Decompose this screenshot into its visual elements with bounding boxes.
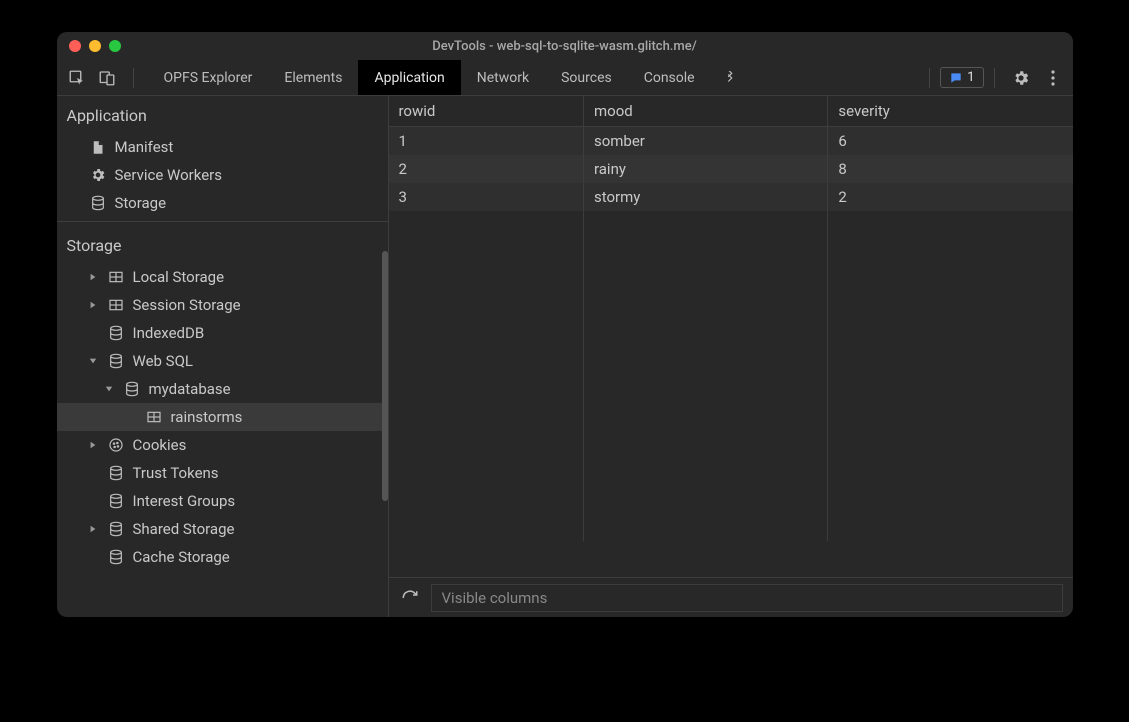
sidebar-item-cookies[interactable]: Cookies [57,431,388,459]
database-icon [107,520,125,538]
sidebar-item-trust-tokens[interactable]: Trust Tokens [57,459,388,487]
table-icon [145,408,163,426]
gear-icon [89,166,107,184]
window-title: DevTools - web-sql-to-sqlite-wasm.glitch… [57,39,1073,54]
sidebar-item-indexeddb[interactable]: IndexedDB [57,319,388,347]
more-options-button[interactable] [1041,62,1065,94]
sidebar-item-session-storage[interactable]: Session Storage [57,291,388,319]
column-header-rowid[interactable]: rowid [389,96,584,127]
tab-elements[interactable]: Elements [268,60,358,95]
sidebar-item-label: Storage [115,194,167,212]
sidebar-item-label: mydatabase [149,380,231,398]
table-icon [107,268,125,286]
sidebar-item-label: Cache Storage [133,548,230,566]
device-toggle-icon[interactable] [97,68,117,88]
table-cell: stormy [583,183,827,211]
main-toolbar: OPFS ExplorerElementsApplicationNetworkS… [57,60,1073,96]
sidebar-item-label: Cookies [133,436,187,454]
database-icon [123,380,141,398]
tab-sources[interactable]: Sources [545,60,628,95]
sidebar-item-service-workers[interactable]: Service Workers [57,161,388,189]
panel-tabs: OPFS ExplorerElementsApplicationNetworkS… [148,60,711,95]
sidebar-section-storage: Storage [57,226,388,263]
sidebar-item-label: Trust Tokens [133,464,219,482]
sidebar-item-interest-groups[interactable]: Interest Groups [57,487,388,515]
issues-count: 1 [967,70,974,85]
sidebar-item-manifest[interactable]: Manifest [57,133,388,161]
cookie-icon [107,436,125,454]
table-cell: 6 [828,127,1073,156]
table-row[interactable]: 3stormy2 [389,183,1073,211]
titlebar: DevTools - web-sql-to-sqlite-wasm.glitch… [57,32,1073,60]
sidebar-item-label: rainstorms [171,408,243,426]
expand-arrow-icon [89,273,99,281]
close-window-button[interactable] [69,40,81,52]
table-row[interactable]: 1somber6 [389,127,1073,156]
content-area: Application Manifest Service Workers Stora… [57,96,1073,617]
table-icon [107,296,125,314]
table-cell: somber [583,127,827,156]
expand-arrow-icon [89,357,99,365]
table-cell: rainy [583,155,827,183]
table-cell: 1 [389,127,584,156]
sidebar-item-storage[interactable]: Storage [57,189,388,217]
devtools-window: DevTools - web-sql-to-sqlite-wasm.glitch… [57,32,1073,617]
data-table: rowidmoodseverity 1somber62rainy83stormy… [389,96,1073,541]
table-cell: 8 [828,155,1073,183]
database-icon [107,492,125,510]
column-header-mood[interactable]: mood [583,96,827,127]
table-cell: 3 [389,183,584,211]
sidebar-item-rainstorms[interactable]: rainstorms [57,403,388,431]
data-table-wrap: rowidmoodseverity 1somber62rainy83stormy… [389,96,1073,577]
database-icon [107,464,125,482]
sidebar-item-label: Session Storage [133,296,241,314]
sidebar-item-label: Local Storage [133,268,225,286]
refresh-button[interactable] [399,587,421,609]
table-toolbar [389,577,1073,617]
minimize-window-button[interactable] [89,40,101,52]
settings-button[interactable] [1005,62,1037,94]
file-icon [89,138,107,156]
database-icon [107,352,125,370]
table-cell: 2 [389,155,584,183]
database-icon [107,324,125,342]
main-panel: rowidmoodseverity 1somber62rainy83stormy… [389,96,1073,617]
issues-badge[interactable]: 1 [940,67,983,88]
sidebar-scrollbar[interactable] [382,251,388,501]
sidebar-item-cache-storage[interactable]: Cache Storage [57,543,388,571]
expand-arrow-icon [89,441,99,449]
database-icon [107,548,125,566]
table-cell: 2 [828,183,1073,211]
tab-network[interactable]: Network [461,60,545,95]
inspect-element-icon[interactable] [67,68,87,88]
sidebar-item-label: Shared Storage [133,520,235,538]
database-icon [89,194,107,212]
sidebar-section-application: Application [57,96,388,133]
tab-opfs-explorer[interactable]: OPFS Explorer [148,60,269,95]
sidebar-item-local-storage[interactable]: Local Storage [57,263,388,291]
sidebar-item-mydatabase[interactable]: mydatabase [57,375,388,403]
column-header-severity[interactable]: severity [828,96,1073,127]
tab-application[interactable]: Application [358,60,460,95]
expand-arrow-icon [89,525,99,533]
expand-arrow-icon [89,301,99,309]
expand-arrow-icon [105,385,115,393]
application-sidebar: Application Manifest Service Workers Stora… [57,96,389,617]
maximize-window-button[interactable] [109,40,121,52]
sidebar-item-web-sql[interactable]: Web SQL [57,347,388,375]
table-row[interactable]: 2rainy8 [389,155,1073,183]
sidebar-item-label: IndexedDB [133,324,205,342]
sidebar-item-shared-storage[interactable]: Shared Storage [57,515,388,543]
visible-columns-input[interactable] [431,584,1063,612]
sidebar-item-label: Service Workers [115,166,222,184]
sidebar-item-label: Interest Groups [133,492,236,510]
tab-console[interactable]: Console [628,60,711,95]
more-tabs-button[interactable] [711,60,749,95]
sidebar-item-label: Web SQL [133,352,193,370]
sidebar-item-label: Manifest [115,138,174,156]
